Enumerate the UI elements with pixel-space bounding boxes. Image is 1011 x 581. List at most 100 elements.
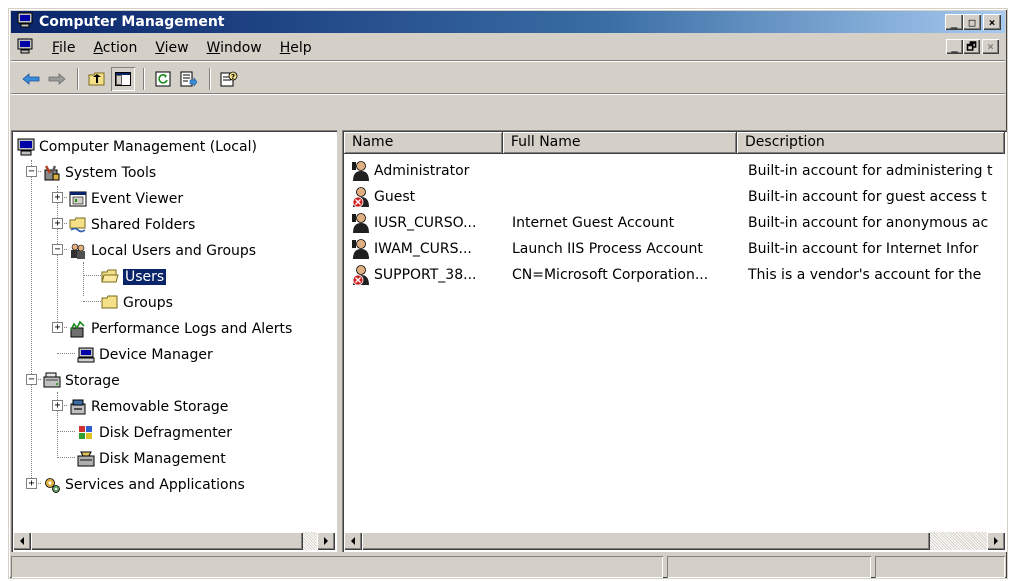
tree-node-storage[interactable]: Storage [43, 370, 120, 392]
cell-full-name: Internet Guest Account [512, 215, 675, 231]
list-item[interactable]: Guest Built-in account for guest access … [344, 184, 1002, 210]
menu-view[interactable]: View [146, 40, 197, 56]
scroll-right-button[interactable] [317, 532, 335, 550]
cell-full-name: Launch IIS Process Account [512, 241, 703, 257]
child-window-system-icon[interactable] [17, 38, 33, 58]
minimize-button[interactable]: _ [945, 14, 963, 30]
forward-arrow-icon [48, 72, 66, 85]
expand-toggle[interactable]: + [52, 218, 63, 229]
maximize-icon: □ [968, 15, 976, 29]
close-button[interactable]: × [983, 14, 1001, 30]
tree-node-disk-management[interactable]: Disk Management [77, 448, 226, 470]
forward-button[interactable] [45, 67, 69, 91]
expand-toggle[interactable]: + [52, 322, 63, 333]
minimize-icon: _ [951, 40, 958, 53]
export-list-button[interactable] [177, 67, 201, 91]
cell-description: Built-in account for administering t [748, 163, 993, 179]
expand-toggle[interactable]: + [52, 400, 63, 411]
computer-management-app-icon[interactable] [17, 12, 33, 32]
maximize-button[interactable]: □ [963, 14, 981, 30]
menu-window[interactable]: Window [198, 40, 271, 56]
tree-label: Shared Folders [91, 217, 196, 233]
tree-node-shared-folders[interactable]: Shared Folders [69, 214, 195, 236]
menu-bar: File Action View Window Help _ 🗗 × [11, 35, 1005, 61]
tree-node-users[interactable]: Users [101, 266, 167, 288]
menu-help[interactable]: Help [271, 40, 321, 56]
back-button[interactable] [19, 67, 43, 91]
child-minimize-button[interactable]: _ [946, 39, 963, 54]
column-header-description[interactable]: Description [737, 132, 1005, 154]
expand-toggle[interactable]: + [26, 478, 37, 489]
tree-node-system-tools[interactable]: System Tools [43, 162, 156, 184]
user-icon [352, 161, 369, 181]
tree-node-removable-storage[interactable]: Removable Storage [69, 396, 228, 418]
tree-horizontal-scrollbar[interactable] [13, 532, 335, 550]
menu-action-label: ction [102, 39, 138, 56]
cell-name: Administrator [344, 160, 504, 182]
user-name: IWAM_CURS... [374, 241, 472, 257]
status-bar [11, 556, 1005, 578]
tree-label: System Tools [65, 165, 157, 181]
child-restore-button[interactable]: 🗗 [963, 39, 980, 54]
tree-node-device-manager[interactable]: Device Manager [77, 344, 213, 366]
menu-window-accel: W [206, 39, 221, 56]
title-bar[interactable]: Computer Management _ □ × [11, 11, 1005, 33]
menu-action[interactable]: Action [84, 40, 146, 56]
tree-node-performance-logs[interactable]: Performance Logs and Alerts [69, 318, 292, 340]
scrollbar-thumb[interactable] [31, 532, 303, 550]
collapse-toggle[interactable]: − [52, 244, 63, 255]
tree-label: Event Viewer [91, 191, 184, 207]
scroll-left-button[interactable] [344, 532, 362, 550]
up-one-level-icon [88, 72, 105, 85]
toolbar-separator [209, 67, 211, 90]
user-name: IUSR_CURSO... [374, 215, 477, 231]
show-hide-tree-button[interactable] [111, 67, 135, 91]
tree-node-disk-defragmenter[interactable]: Disk Defragmenter [77, 422, 232, 444]
list-item[interactable]: SUPPORT_38... CN=Microsoft Corporation..… [344, 262, 1002, 288]
scroll-left-arrow-icon [20, 537, 24, 545]
expand-toggle[interactable]: + [52, 192, 63, 203]
tree-node-groups[interactable]: Groups [101, 292, 173, 314]
tree-node-local-users-and-groups[interactable]: Local Users and Groups [69, 240, 256, 262]
tree-node-event-viewer[interactable]: Event Viewer [69, 188, 183, 210]
column-header-name[interactable]: Name [344, 132, 503, 154]
scroll-left-button[interactable] [13, 532, 31, 550]
menu-action-accel: A [93, 39, 103, 56]
folder-icon [101, 295, 118, 309]
close-icon: × [987, 40, 994, 53]
list-horizontal-scrollbar[interactable] [344, 532, 1005, 550]
event-viewer-icon [69, 191, 87, 207]
column-header-full-name[interactable]: Full Name [503, 132, 737, 154]
user-name: Guest [374, 189, 416, 205]
tree-node-computer-management[interactable]: Computer Management (Local) [17, 136, 257, 158]
menu-file-accel: F [52, 39, 60, 56]
up-one-level-button[interactable] [85, 67, 109, 91]
tree-label-selected: Users [123, 269, 167, 285]
list-item[interactable]: IWAM_CURS... Launch IIS Process Account … [344, 236, 1002, 262]
tree-label: Performance Logs and Alerts [91, 321, 293, 337]
collapse-toggle[interactable]: − [26, 166, 37, 177]
disabled-user-icon [352, 187, 369, 208]
details-pane[interactable]: Name Full Name Description Administrator… [342, 130, 1007, 552]
scroll-right-button[interactable] [987, 532, 1005, 550]
help-button[interactable]: ? [217, 67, 241, 91]
tree-label: Disk Defragmenter [99, 425, 233, 441]
collapse-toggle[interactable]: − [26, 374, 37, 385]
toolbar: ? [11, 64, 1005, 94]
child-close-button[interactable]: × [982, 39, 999, 54]
list-header: Name Full Name Description [344, 132, 1005, 154]
disabled-user-icon [352, 265, 369, 286]
tree-node-services-and-applications[interactable]: Services and Applications [43, 474, 245, 496]
list-item[interactable]: IUSR_CURSO... Internet Guest Account Bui… [344, 210, 1002, 236]
scroll-right-arrow-icon [994, 537, 998, 545]
cell-name: Guest [344, 186, 504, 208]
refresh-button[interactable] [151, 67, 175, 91]
user-icon [352, 213, 369, 233]
cell-name: SUPPORT_38... [344, 264, 504, 286]
menu-file[interactable]: File [43, 40, 84, 56]
disk-management-icon [77, 451, 95, 467]
scrollbar-thumb[interactable] [362, 532, 930, 550]
menu-window-label: indow [220, 39, 262, 56]
console-tree-pane[interactable]: Computer Management (Local) − System Too… [11, 130, 337, 552]
list-item[interactable]: Administrator Built-in account for admin… [344, 158, 1002, 184]
